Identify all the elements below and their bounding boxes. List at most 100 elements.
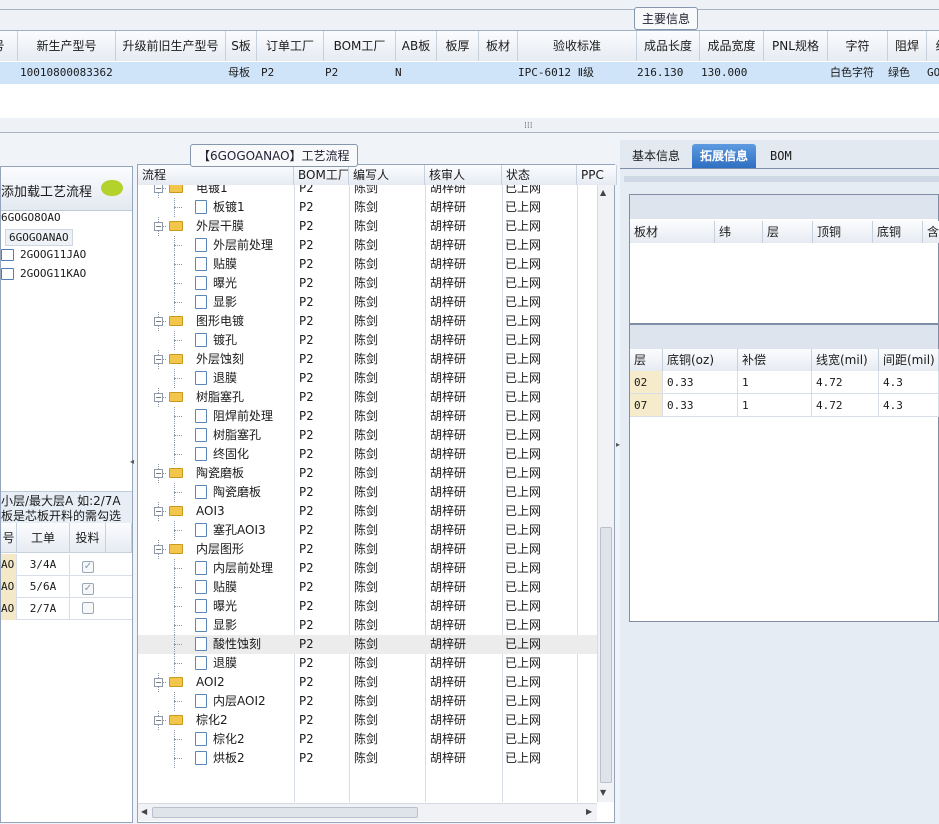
table-row[interactable]: 终固化 P2 陈剑 胡梓研 已上网: [138, 445, 598, 464]
table-row[interactable]: 酸性蚀刻 P2 陈剑 胡梓研 已上网: [138, 635, 598, 654]
process-name[interactable]: 树脂塞孔: [213, 426, 261, 445]
table-row[interactable]: 镀孔 P2 陈剑 胡梓研 已上网: [138, 331, 598, 350]
process-name[interactable]: 烘板2: [213, 749, 245, 768]
col-header[interactable]: 验收标准: [518, 31, 637, 61]
col-header[interactable]: 底铜: [873, 221, 923, 243]
table-row[interactable]: 板镀1 P2 陈剑 胡梓研 已上网: [138, 198, 598, 217]
table-row[interactable]: 曝光 P2 陈剑 胡梓研 已上网: [138, 274, 598, 293]
col-header[interactable]: 组: [927, 31, 939, 61]
col-header[interactable]: 新生产型号: [18, 31, 116, 61]
process-name[interactable]: 酸性蚀刻: [213, 635, 261, 654]
checkbox[interactable]: ✓: [82, 583, 94, 595]
table-row[interactable]: − 电镀1 P2 陈剑 胡梓研 已上网: [138, 185, 598, 198]
process-name[interactable]: AOI2: [196, 673, 225, 692]
table-row[interactable]: − 外层蚀刻 P2 陈剑 胡梓研 已上网: [138, 350, 598, 369]
scroll-down-icon[interactable]: ▼: [600, 788, 606, 797]
scroll-up-icon[interactable]: ▲: [600, 188, 606, 197]
col-header[interactable]: 阻焊: [888, 31, 927, 61]
table-row[interactable]: 烘板2 P2 陈剑 胡梓研 已上网: [138, 749, 598, 768]
table-row[interactable]: 退膜 P2 陈剑 胡梓研 已上网: [138, 654, 598, 673]
checkbox[interactable]: [82, 602, 94, 614]
table-row[interactable]: AO 5/6A ✓: [1, 576, 132, 598]
col-header[interactable]: 层: [763, 221, 813, 243]
process-name[interactable]: 内层AOI2: [213, 692, 266, 711]
col-header[interactable]: 订单工厂: [257, 31, 324, 61]
process-name[interactable]: 阻焊前处理: [213, 407, 273, 426]
process-name[interactable]: 棕化2: [213, 730, 245, 749]
feed-checkbox[interactable]: [82, 602, 94, 617]
table-row[interactable]: − 外层干膜 P2 陈剑 胡梓研 已上网: [138, 217, 598, 236]
col-header[interactable]: 号: [1, 523, 17, 553]
tree-node[interactable]: 2GOOG11KAO: [1, 267, 86, 280]
col-header[interactable]: 顶铜: [813, 221, 873, 243]
col-header[interactable]: 板材: [479, 31, 518, 61]
expand-toggle-icon[interactable]: −: [154, 469, 163, 478]
col-header[interactable]: 升级前旧生产型号: [116, 31, 226, 61]
table-row[interactable]: 阻焊前处理 P2 陈剑 胡梓研 已上网: [138, 407, 598, 426]
expand-toggle-icon[interactable]: −: [154, 678, 163, 687]
vertical-scrollbar[interactable]: ▲ ▼: [597, 185, 614, 802]
detail-tab[interactable]: 基本信息: [624, 144, 688, 168]
expand-toggle-icon[interactable]: −: [154, 545, 163, 554]
hscrollbar-thumb[interactable]: [152, 807, 418, 818]
expand-toggle-icon[interactable]: −: [154, 355, 163, 364]
col-header[interactable]: 成品宽度: [700, 31, 764, 61]
col-header[interactable]: 线宽(mil): [812, 349, 879, 371]
table-row[interactable]: 内层AOI2 P2 陈剑 胡梓研 已上网: [138, 692, 598, 711]
table-row[interactable]: 曝光 P2 陈剑 胡梓研 已上网: [138, 597, 598, 616]
table-row[interactable]: − 树脂塞孔 P2 陈剑 胡梓研 已上网: [138, 388, 598, 407]
process-name[interactable]: 曝光: [213, 274, 237, 293]
chat-bubble-icon[interactable]: [101, 180, 123, 196]
col-header[interactable]: AB板: [396, 31, 437, 61]
table-row[interactable]: − 棕化2 P2 陈剑 胡梓研 已上网: [138, 711, 598, 730]
col-header[interactable]: PPC: [577, 165, 617, 185]
process-name[interactable]: AOI3: [196, 502, 225, 521]
col-header[interactable]: 含铜: [923, 221, 939, 243]
expand-toggle-icon[interactable]: −: [154, 716, 163, 725]
col-header[interactable]: 工单: [17, 523, 70, 553]
table-row[interactable]: 贴膜 P2 陈剑 胡梓研 已上网: [138, 578, 598, 597]
process-name[interactable]: 退膜: [213, 654, 237, 673]
expand-toggle-icon[interactable]: −: [154, 507, 163, 516]
expand-toggle-icon[interactable]: −: [154, 222, 163, 231]
horizontal-scrollbar[interactable]: ◀ ▶: [138, 803, 597, 821]
table-row[interactable]: AO 2/7A: [1, 598, 132, 620]
table-row[interactable]: 内层前处理 P2 陈剑 胡梓研 已上网: [138, 559, 598, 578]
scrollbar-thumb[interactable]: [600, 527, 612, 783]
table-row[interactable]: 退膜 P2 陈剑 胡梓研 已上网: [138, 369, 598, 388]
scroll-right-icon[interactable]: ▶: [586, 807, 592, 816]
table-row[interactable]: − AOI3 P2 陈剑 胡梓研 已上网: [138, 502, 598, 521]
process-name[interactable]: 板镀1: [213, 198, 245, 217]
table-row[interactable]: − AOI2 P2 陈剑 胡梓研 已上网: [138, 673, 598, 692]
process-name[interactable]: 镀孔: [213, 331, 237, 350]
col-header[interactable]: 底铜(oz): [663, 349, 738, 371]
process-name[interactable]: 陶瓷磨板: [213, 483, 261, 502]
process-tree-grid[interactable]: − 电镀1 P2 陈剑 胡梓研 已上网 板镀1 P2 陈剑 胡梓研 已上网 − 外层干膜 P2 陈剑 胡梓研已…: [138, 185, 598, 802]
detail-tab[interactable]: 拓展信息: [692, 144, 757, 168]
collapse-arrow-icon[interactable]: ◂: [130, 457, 134, 477]
col-header[interactable]: BOM工厂: [294, 165, 349, 185]
process-name[interactable]: 贴膜: [213, 255, 237, 274]
table-row[interactable]: − 图形电镀 P2 陈剑 胡梓研 已上网: [138, 312, 598, 331]
process-name[interactable]: 陶瓷磨板: [196, 464, 244, 483]
table-row[interactable]: 贴膜 P2 陈剑 胡梓研 已上网: [138, 255, 598, 274]
process-name[interactable]: 外层前处理: [213, 236, 273, 255]
table-row[interactable]: 棕化2 P2 陈剑 胡梓研 已上网: [138, 730, 598, 749]
process-name[interactable]: 塞孔AOI3: [213, 521, 266, 540]
col-header[interactable]: BOM工厂: [324, 31, 396, 61]
checkbox[interactable]: ✓: [82, 561, 94, 573]
col-header[interactable]: 板材: [630, 221, 715, 243]
table-row[interactable]: AO 3/4A ✓: [1, 554, 132, 576]
process-name[interactable]: 外层蚀刻: [196, 350, 244, 369]
detail-tab[interactable]: BOM: [762, 144, 800, 168]
process-name[interactable]: 内层图形: [196, 540, 244, 559]
expand-toggle-icon[interactable]: −: [154, 185, 163, 193]
process-name[interactable]: 贴膜: [213, 578, 237, 597]
col-header[interactable]: 纬: [715, 221, 763, 243]
tree-node[interactable]: 6GOGO8OAO: [1, 211, 61, 224]
col-header[interactable]: 状态: [502, 165, 577, 185]
tab-main-info[interactable]: 主要信息: [634, 7, 699, 30]
process-name[interactable]: 退膜: [213, 369, 237, 388]
table-row[interactable]: 外层前处理 P2 陈剑 胡梓研 已上网: [138, 236, 598, 255]
splitter-grip-icon[interactable]: ⁞⁞⁞: [524, 121, 533, 131]
